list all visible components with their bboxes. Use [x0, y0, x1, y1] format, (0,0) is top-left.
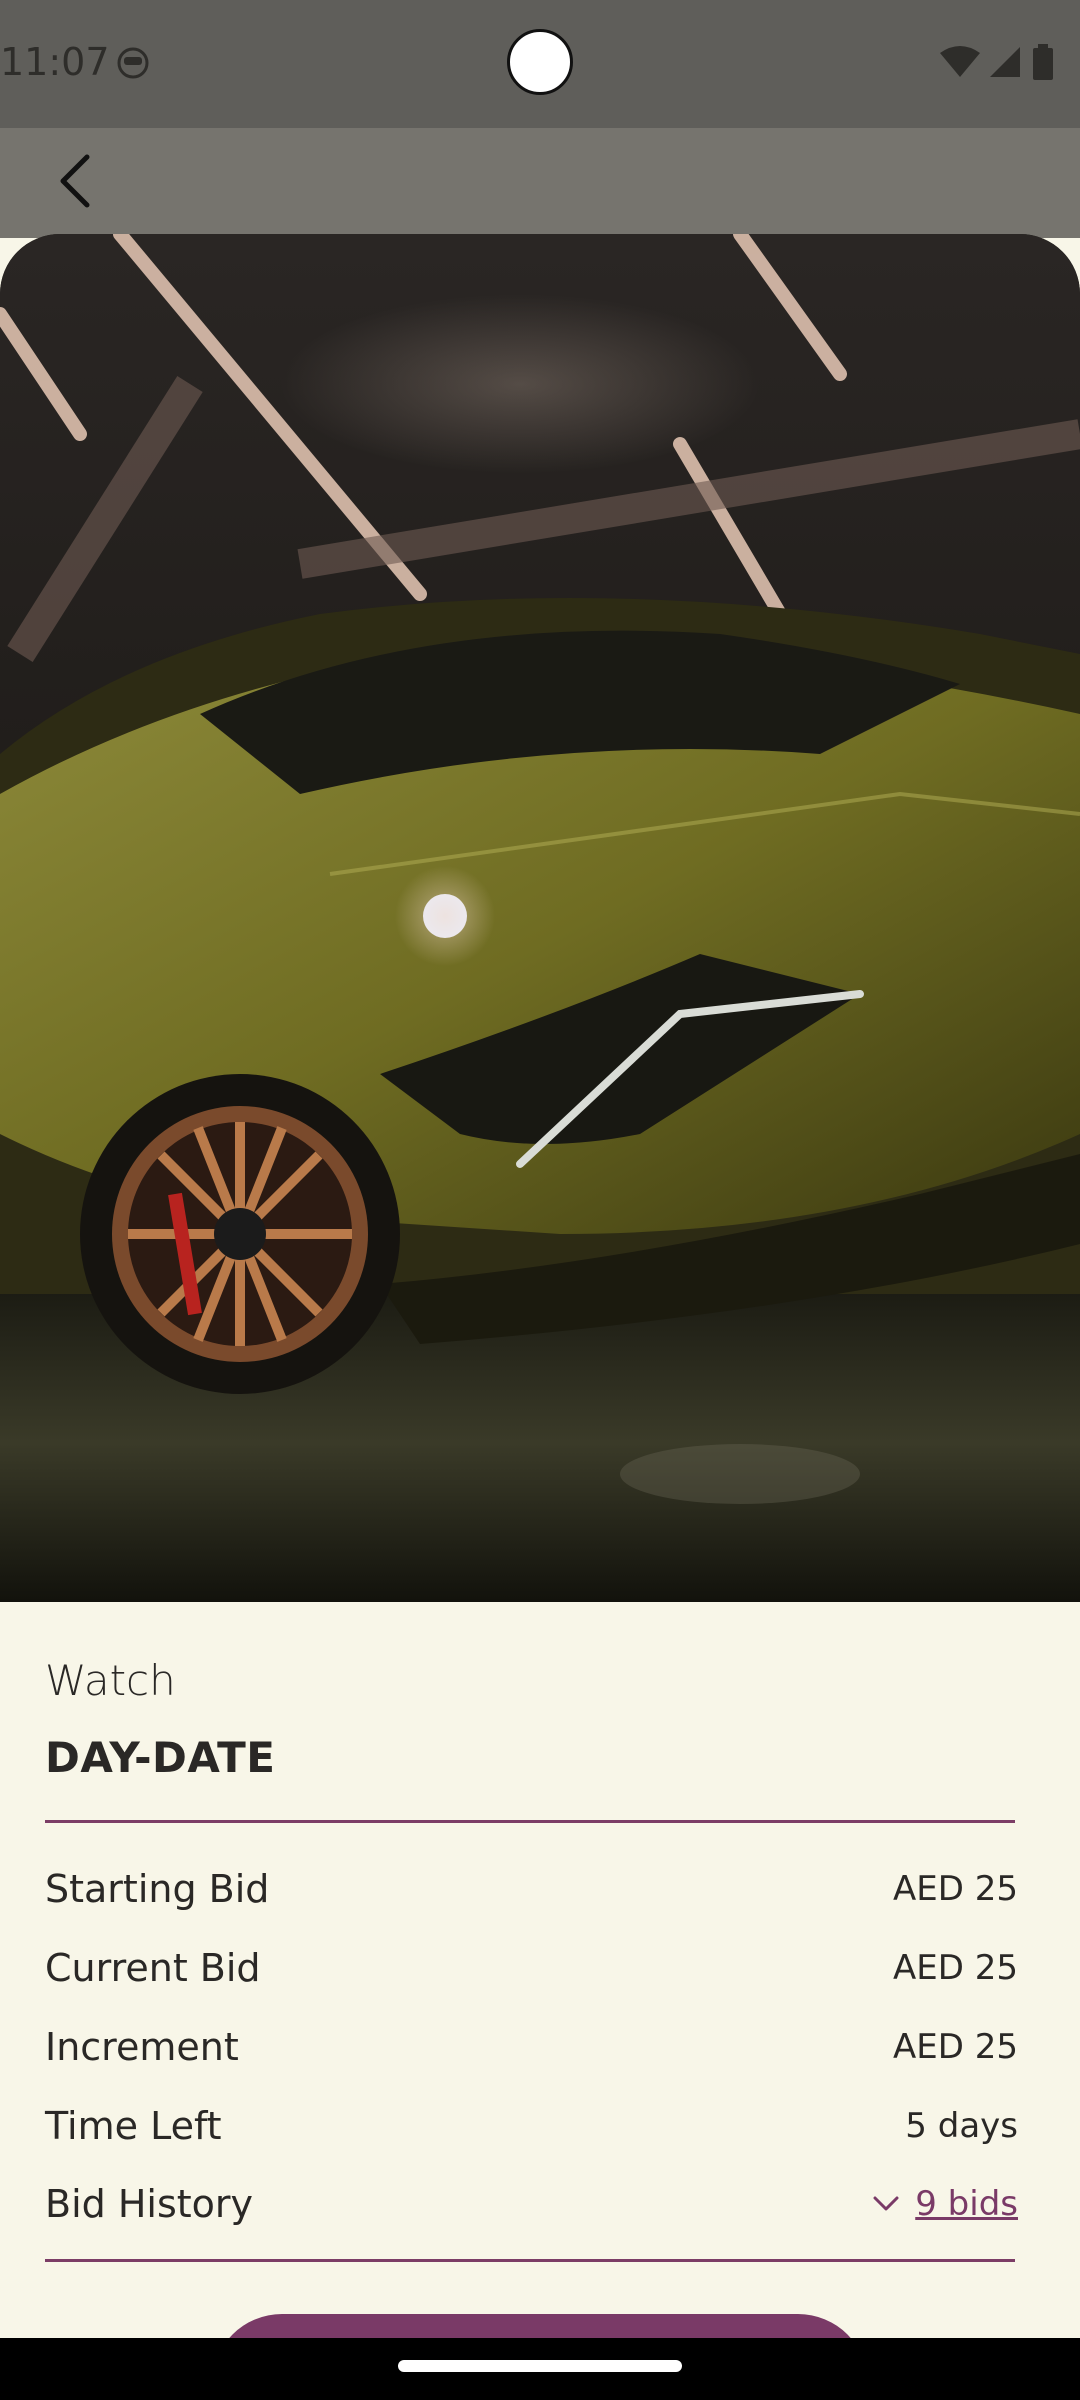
- detail-label: Increment: [45, 2025, 239, 2069]
- detail-label: Current Bid: [45, 1946, 261, 1990]
- status-bar: 11:07: [0, 0, 1080, 128]
- detail-row-starting-bid: Starting Bid AED 25: [45, 1859, 1018, 1919]
- car-illustration: [0, 234, 1080, 1602]
- detail-value: AED 25: [893, 2027, 1018, 2067]
- detail-label: Starting Bid: [45, 1867, 270, 1911]
- detail-row-bid-history: Bid History 9 bids: [45, 2174, 1018, 2234]
- detail-row-time-left: Time Left 5 days: [45, 2096, 1018, 2156]
- detail-value: AED 25: [893, 1948, 1018, 1988]
- app-bar: [0, 128, 1080, 238]
- navigation-bar: [0, 2338, 1080, 2400]
- item-image: [0, 234, 1080, 1602]
- bid-history-toggle[interactable]: 9 bids: [873, 2184, 1018, 2224]
- cellular-icon: [990, 47, 1020, 77]
- chevron-left-icon: [60, 154, 90, 208]
- divider: [45, 1820, 1015, 1823]
- item-category: Watch: [45, 1656, 176, 1705]
- detail-row-increment: Increment AED 25: [45, 2017, 1018, 2077]
- detail-value: 5 days: [905, 2106, 1018, 2146]
- notification-icon: [117, 47, 149, 79]
- status-time: 11:07: [0, 40, 110, 84]
- divider: [45, 2259, 1015, 2262]
- battery-icon: [1033, 44, 1053, 80]
- status-icons: [940, 44, 1054, 80]
- bid-count-link[interactable]: 9 bids: [915, 2184, 1018, 2224]
- detail-row-current-bid: Current Bid AED 25: [45, 1938, 1018, 1998]
- back-button[interactable]: [40, 146, 110, 216]
- bid-history-label: Bid History: [45, 2182, 254, 2226]
- screen: 11:07 Watch DAY-DATE Starting Bid AED 25…: [0, 0, 1080, 2400]
- detail-value: AED 25: [893, 1869, 1018, 1909]
- camera-cutout: [507, 29, 573, 95]
- home-indicator[interactable]: [398, 2360, 682, 2372]
- detail-label: Time Left: [45, 2104, 222, 2148]
- wifi-icon: [940, 46, 980, 77]
- chevron-down-icon: [873, 2196, 899, 2211]
- item-title: DAY-DATE: [45, 1733, 276, 1782]
- item-details-panel: Watch DAY-DATE Starting Bid AED 25 Curre…: [0, 1602, 1080, 2384]
